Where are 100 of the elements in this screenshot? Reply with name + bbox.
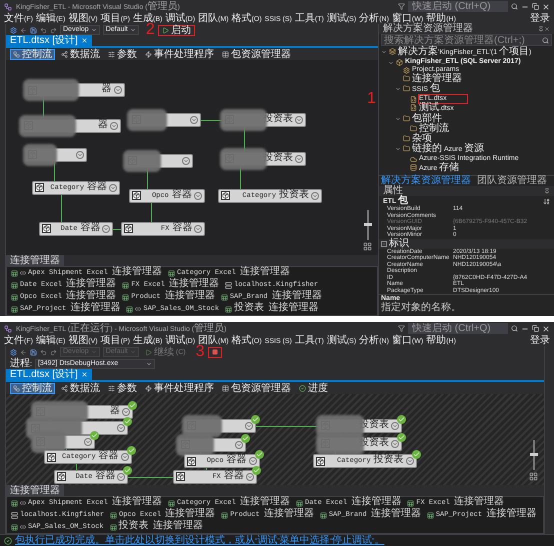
expand-icon[interactable] <box>114 86 122 94</box>
spreadsheet-icon <box>168 270 176 276</box>
save-icon[interactable] <box>30 348 37 356</box>
caret-icon <box>90 27 97 33</box>
save-icon[interactable] <box>30 26 37 34</box>
cloud-icon <box>410 156 417 163</box>
designer-tab[interactable]: 数据流 <box>59 382 102 394</box>
designer-tab[interactable]: 包资源管理器 <box>220 48 293 60</box>
pin-icon[interactable] <box>544 188 550 194</box>
restore-icon[interactable] <box>532 3 539 10</box>
stop-button[interactable] <box>208 346 222 358</box>
stop-icon <box>212 349 218 355</box>
caret-icon <box>130 349 136 355</box>
back-icon[interactable] <box>20 26 27 34</box>
redo-icon[interactable] <box>50 26 57 34</box>
expand-icon[interactable] <box>182 156 190 165</box>
expand-icon[interactable] <box>190 116 198 124</box>
tree-item[interactable]: 包部件 <box>412 114 442 124</box>
gear-icon <box>403 67 410 74</box>
panel-tab[interactable]: 连接管理器 <box>6 255 64 266</box>
back-icon[interactable] <box>20 348 27 356</box>
sign-in-link[interactable]: 登录 <box>530 13 550 24</box>
expander-icon[interactable] <box>395 146 401 152</box>
spreadsheet-icon <box>11 524 18 530</box>
play-icon <box>162 26 169 34</box>
panel-tab[interactable]: 连接管理器 <box>6 485 64 496</box>
expand-icon[interactable] <box>110 122 118 130</box>
folder-icon <box>403 135 410 142</box>
search-icon[interactable] <box>511 325 518 332</box>
spreadsheet-icon <box>110 512 118 518</box>
expand-icon[interactable] <box>109 184 118 192</box>
annotation-number: 2 <box>146 24 155 36</box>
tree-item[interactable]: 杂项 <box>412 134 432 144</box>
connector-line <box>113 228 122 230</box>
redo-icon[interactable] <box>50 348 57 356</box>
designer-tab[interactable]: 事件处理程序 <box>143 382 216 394</box>
expand-icon[interactable] <box>194 224 202 233</box>
document-tab[interactable]: ETL.dtsx [设计] <box>6 35 92 46</box>
undo-icon[interactable] <box>40 348 47 356</box>
expand-icon[interactable] <box>294 154 303 163</box>
designer-tab[interactable]: 参数 <box>106 382 139 394</box>
container-icon <box>176 472 185 482</box>
expand-icon[interactable] <box>194 192 202 200</box>
expander-icon[interactable] <box>381 49 387 55</box>
connector-line <box>256 426 318 427</box>
sort-icon[interactable] <box>543 198 550 204</box>
database-icon <box>225 282 232 288</box>
caret-icon <box>146 361 152 367</box>
designer-tab[interactable]: 参数 <box>106 48 139 60</box>
panel-title: 解决方案资源管理器 <box>383 24 473 34</box>
restore-icon[interactable] <box>532 325 539 332</box>
sign-in-link[interactable]: 登录 <box>530 335 550 346</box>
tree-item[interactable]: 连接管理器 <box>412 74 462 84</box>
zoom-slider-thumb[interactable] <box>530 453 538 456</box>
start-button[interactable]: 启动 <box>158 24 195 36</box>
gear-icon[interactable] <box>10 26 17 34</box>
designer-tab[interactable]: 控制流 <box>10 48 55 60</box>
undo-icon[interactable] <box>40 26 47 34</box>
connection-manager[interactable]: 投资表 连接管理器 <box>234 303 318 315</box>
designer-tab[interactable]: 事件处理程序 <box>143 48 216 60</box>
expander-icon[interactable] <box>395 116 401 122</box>
connection-manager[interactable]: 投资表 连接管理器 <box>118 521 203 533</box>
spreadsheet-icon <box>225 306 232 312</box>
tree-item[interactable]: 控制流 <box>419 124 449 134</box>
panel-title: 属性 <box>383 186 403 196</box>
search-icon[interactable] <box>511 3 518 10</box>
expand-icon[interactable] <box>102 224 110 233</box>
fit-to-window-icon[interactable] <box>363 242 372 251</box>
node-label: 器 <box>98 120 108 132</box>
container-icon <box>124 224 134 234</box>
container-icon <box>221 191 230 200</box>
designer-tab[interactable]: 包资源管理器 <box>220 382 293 394</box>
document-tab[interactable]: ETL.dtsx [设计] <box>6 369 92 380</box>
panel-tab[interactable]: 解决方案资源管理器 <box>379 176 473 186</box>
designer-tab[interactable]: 控制流 <box>10 382 55 394</box>
spreadsheet-icon <box>320 512 327 518</box>
designer-tab[interactable]: 数据流 <box>59 48 102 60</box>
annotation-number: 3 <box>196 346 204 358</box>
expand-icon[interactable] <box>294 116 303 124</box>
pin-icon[interactable] <box>538 26 544 32</box>
spreadsheet-icon <box>11 294 18 300</box>
designer-tab[interactable]: 进度 <box>297 382 330 394</box>
expand-icon[interactable] <box>76 150 84 159</box>
connector-line <box>128 476 173 478</box>
filter-icon[interactable] <box>398 325 405 332</box>
spreadsheet-icon <box>11 500 18 506</box>
expand-icon[interactable] <box>311 192 320 200</box>
fit-to-window-icon[interactable] <box>529 472 538 481</box>
zoom-slider-thumb[interactable] <box>364 223 372 226</box>
connector-line <box>150 202 152 222</box>
panel-tab[interactable]: 团队资源管理器 <box>475 176 549 186</box>
search-icon[interactable] <box>542 36 549 44</box>
database-icon <box>11 512 18 518</box>
close-icon[interactable] <box>544 26 550 32</box>
filter-icon[interactable] <box>398 3 405 10</box>
expander-icon[interactable] <box>388 60 394 66</box>
collapse-icon[interactable] <box>381 240 387 246</box>
expander-icon[interactable] <box>395 86 401 92</box>
gear-icon[interactable] <box>10 348 17 356</box>
node-label: 投资表 <box>262 114 293 126</box>
